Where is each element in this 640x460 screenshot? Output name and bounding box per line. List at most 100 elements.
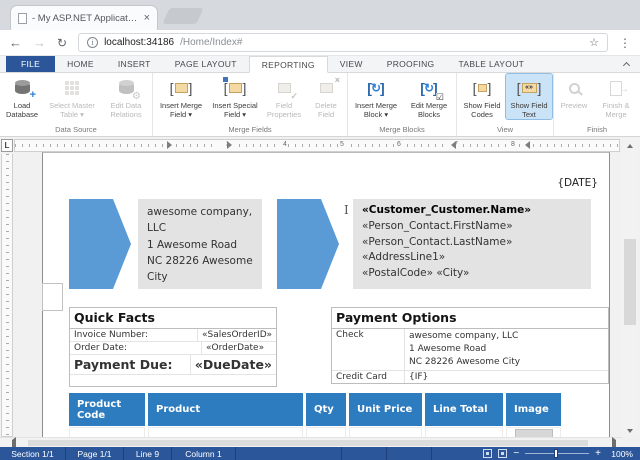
company-address-box[interactable]: awesome company, LLC 1 Awesome Road NC 2… xyxy=(138,199,262,289)
ribbon-collapse-button[interactable] xyxy=(613,56,640,72)
edit-data-relations-button[interactable]: ⚙ Edit Data Relations xyxy=(101,74,151,119)
status-page: Page 1/1 xyxy=(66,447,124,460)
table-grid-icon xyxy=(57,76,87,100)
scroll-up-button[interactable] xyxy=(622,139,638,152)
quick-facts-title: Quick Facts xyxy=(70,308,276,329)
tab-view[interactable]: VIEW xyxy=(328,56,375,72)
ruler-number: 6 xyxy=(396,141,402,148)
edit-merge-blocks-button[interactable]: [↻] ☑ Edit Merge Blocks xyxy=(403,74,455,119)
layout-table-cell xyxy=(42,283,63,311)
quick-facts-table[interactable]: Quick Facts Invoice Number: «SalesOrderI… xyxy=(69,307,277,387)
group-merge-fields: [] Insert Merge Field ▾ [] Insert Specia… xyxy=(153,73,348,136)
date-field[interactable]: {DATE} xyxy=(557,177,598,189)
tab-home[interactable]: HOME xyxy=(55,56,106,72)
field-codes-icon: [] xyxy=(467,76,497,100)
group-label-finish: Finish xyxy=(555,124,639,136)
tab-reporting[interactable]: REPORTING xyxy=(249,56,328,73)
tab-proofing[interactable]: PROOFING xyxy=(375,56,447,72)
first-line-indent-marker[interactable] xyxy=(227,141,234,149)
right-margin-marker[interactable] xyxy=(523,141,530,149)
horizontal-ruler[interactable]: 2 3 4 5 6 7 8 xyxy=(14,139,620,152)
ribbon: + Load Database Select Master Table ▾ ⚙ … xyxy=(0,73,640,137)
forward-icon[interactable]: → xyxy=(33,36,46,49)
show-field-text-button[interactable]: [«»] Show Field Text xyxy=(506,74,552,119)
zoom-slider-thumb[interactable] xyxy=(554,449,558,458)
finish-merge-icon: → xyxy=(601,76,631,100)
status-line: Line 9 xyxy=(124,447,172,460)
table-column-marker[interactable] xyxy=(215,141,220,149)
bookmark-star-icon[interactable]: ☆ xyxy=(589,36,599,49)
vertical-scrollbar[interactable] xyxy=(622,139,638,437)
vertical-ruler[interactable] xyxy=(1,154,13,437)
field-properties-button[interactable]: ✓ Field Properties xyxy=(262,74,306,119)
vertical-scroll-thumb[interactable] xyxy=(624,239,636,325)
tab-close-icon[interactable]: × xyxy=(144,13,150,24)
document-page[interactable]: {DATE} awesome company, LLC 1 Awesome Ro… xyxy=(42,152,610,437)
merge-field-address[interactable]: «AddressLine1» xyxy=(362,250,582,266)
finish-merge-button[interactable]: → Finish & Merge xyxy=(593,74,639,119)
refresh-icon[interactable]: ↻ xyxy=(57,37,67,49)
fit-width-icon[interactable] xyxy=(498,449,507,458)
product-table[interactable]: Product Code Product Qty Unit Price Line… xyxy=(69,393,574,439)
insert-merge-field-button[interactable]: [] Insert Merge Field ▾ xyxy=(154,74,208,119)
company-name: awesome company, LLC xyxy=(147,204,253,237)
browser-menu-icon[interactable]: ⋮ xyxy=(619,36,631,50)
merge-field-order-date[interactable]: «OrderDate» xyxy=(202,342,276,354)
payment-options-table[interactable]: Payment Options Check awesome company, L… xyxy=(331,307,609,384)
horizontal-scroll-thumb[interactable] xyxy=(28,440,588,446)
arrow-shape[interactable] xyxy=(69,199,113,289)
zoom-slider[interactable] xyxy=(525,453,589,454)
delete-field-icon: × xyxy=(311,76,341,100)
new-tab-button[interactable] xyxy=(162,8,203,24)
insert-special-field-button[interactable]: [] Insert Special Field ▾ xyxy=(208,74,262,119)
browser-toolbar: ← → ↻ i localhost:34186 /Home/Index# ☆ ⋮ xyxy=(0,30,640,56)
tab-insert[interactable]: INSERT xyxy=(106,56,163,72)
order-date-label: Order Date: xyxy=(70,342,202,354)
merge-field-sales-order-id[interactable]: «SalesOrderID» xyxy=(198,329,276,341)
status-bar: Section 1/1 Page 1/1 Line 9 Column 1 − +… xyxy=(0,447,640,460)
delete-field-button[interactable]: × Delete Field xyxy=(306,74,346,119)
credit-card-label: Credit Card xyxy=(332,371,405,383)
horizontal-scrollbar[interactable] xyxy=(0,437,622,447)
left-indent-marker[interactable] xyxy=(167,141,174,149)
table-column-marker[interactable] xyxy=(278,141,283,149)
address-bar[interactable]: i localhost:34186 /Home/Index# ☆ xyxy=(78,33,608,52)
ribbon-tab-row: FILE HOME INSERT PAGE LAYOUT REPORTING V… xyxy=(0,56,640,73)
merge-field-due-date[interactable]: «DueDate» xyxy=(191,355,276,374)
merge-field-customer-name[interactable]: «Customer_Customer.Name» xyxy=(362,203,582,219)
show-field-codes-button[interactable]: [] Show Field Codes xyxy=(458,74,506,119)
browser-tab[interactable]: - My ASP.NET Application × xyxy=(10,5,158,30)
tab-file[interactable]: FILE xyxy=(6,56,55,72)
scroll-down-button[interactable] xyxy=(622,424,638,437)
insert-merge-block-button[interactable]: [↻] Insert Merge Block ▾ xyxy=(349,74,403,119)
zoom-level: 100% xyxy=(607,449,633,459)
merge-field-last-name[interactable]: «Person_Contact.LastName» xyxy=(362,235,582,251)
empty-row xyxy=(70,375,276,386)
preview-button[interactable]: Preview xyxy=(555,74,593,110)
if-field[interactable]: {IF} xyxy=(405,371,608,383)
merge-field-postal-city[interactable]: «PostalCode» «City» xyxy=(362,266,582,282)
fit-page-icon[interactable] xyxy=(483,449,492,458)
url-host: localhost:34186 xyxy=(104,37,174,48)
back-icon[interactable]: ← xyxy=(9,36,22,49)
invoice-number-label: Invoice Number: xyxy=(70,329,198,341)
zoom-in-button[interactable]: + xyxy=(595,449,601,459)
right-indent-marker[interactable] xyxy=(449,141,456,149)
tab-page-layout[interactable]: PAGE LAYOUT xyxy=(163,56,249,72)
database-add-icon: + xyxy=(7,76,37,100)
field-text-icon: [«»] xyxy=(514,76,544,100)
ruler-origin-tab-stop[interactable]: L xyxy=(1,139,13,152)
arrow-shape[interactable] xyxy=(277,199,321,289)
tab-table-layout[interactable]: TABLE LAYOUT xyxy=(446,56,536,72)
merge-block-icon: [↻] xyxy=(361,76,391,100)
select-master-table-button[interactable]: Select Master Table ▾ xyxy=(43,74,101,119)
product-table-header: Product Code Product Qty Unit Price Line… xyxy=(69,393,574,426)
group-finish: Preview → Finish & Merge Finish xyxy=(554,73,640,136)
recipient-fields-box[interactable]: «Customer_Customer.Name» «Person_Contact… xyxy=(353,199,591,289)
load-database-button[interactable]: + Load Database xyxy=(1,74,43,119)
info-icon[interactable]: i xyxy=(87,37,98,48)
zoom-out-button[interactable]: − xyxy=(513,449,519,459)
group-label-view: View xyxy=(458,124,552,136)
merge-field-first-name[interactable]: «Person_Contact.FirstName» xyxy=(362,219,582,235)
zoom-controls: − + 100% xyxy=(483,449,640,459)
